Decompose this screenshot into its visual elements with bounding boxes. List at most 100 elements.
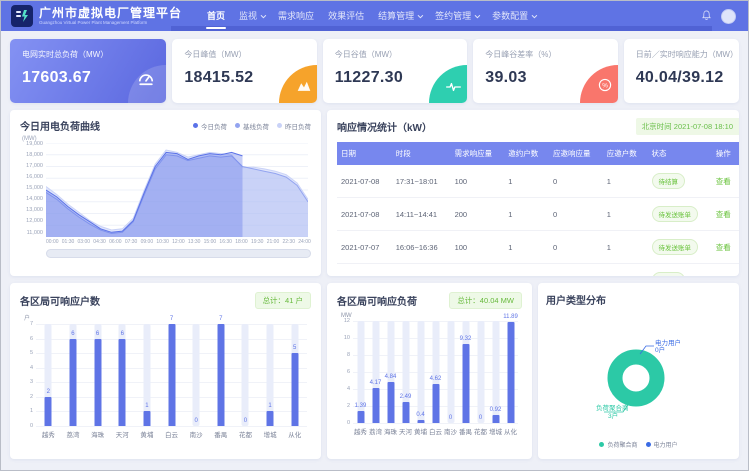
bar-column: 4.17	[368, 321, 383, 423]
bar-column: 7	[208, 324, 233, 426]
category-label: 荔湾	[61, 429, 86, 439]
legend-dot	[599, 442, 604, 447]
x-tick-label: 21:00	[267, 239, 280, 245]
legend-item[interactable]: 基线负荷	[235, 121, 269, 131]
bar-column: 1	[135, 324, 160, 426]
nav-item-1[interactable]: 监视	[232, 0, 271, 32]
kpi-label: 日前／实时响应能力（MW）	[636, 49, 727, 60]
y-tick-label: 14,000	[20, 197, 43, 203]
view-link[interactable]: 查看	[716, 243, 731, 252]
category-label: 黄埔	[135, 429, 160, 439]
app-title: 广州市虚拟电厂管理平台	[39, 7, 182, 19]
bar-plot: 7654321026661707015	[36, 324, 307, 426]
cell-period: 15:29~15:59	[392, 264, 451, 277]
callout-top-value: 0户	[655, 345, 665, 354]
chevron-down-icon	[261, 13, 267, 19]
bar-plot: 1210864201.394.174.842.490.44.6209.3200.…	[353, 321, 518, 423]
datazoom-slider[interactable]	[46, 249, 311, 258]
table-header-cell: 状态	[648, 142, 712, 165]
nav-item-5[interactable]: 签约管理	[428, 0, 485, 32]
y-tick-label: 4	[338, 386, 350, 392]
bar	[432, 384, 439, 423]
chart-title: 今日用电负荷曲线	[20, 118, 100, 133]
legend-item[interactable]: 昨日负荷	[277, 121, 311, 131]
legend-item[interactable]: 负荷聚合商	[599, 440, 637, 449]
legend-label: 负荷聚合商	[607, 440, 637, 449]
legend-item[interactable]: 今日负荷	[193, 121, 227, 131]
bar	[267, 411, 274, 426]
bar	[387, 382, 394, 423]
nav-item-3[interactable]: 效果评估	[321, 0, 371, 32]
x-tick-label: 24:00	[298, 239, 311, 245]
nav-item-6[interactable]: 参数配置	[485, 0, 542, 32]
bell-icon[interactable]	[702, 7, 711, 25]
category-label: 海珠	[383, 426, 398, 436]
view-link[interactable]: 查看	[716, 276, 731, 277]
x-tick-label: 10:30	[156, 239, 169, 245]
cell-action: 查看	[712, 264, 739, 277]
category-label: 海珠	[85, 429, 110, 439]
kpi-card-0: 电网实时总负荷（MW）17603.67	[10, 39, 166, 103]
bar	[168, 324, 175, 426]
nav-item-0[interactable]: 首页	[200, 0, 232, 32]
table-header-cell: 时段	[392, 142, 451, 165]
bar-value-label: 1	[145, 403, 148, 409]
bar	[217, 324, 224, 426]
bar	[143, 411, 150, 426]
cell-invited: 1	[504, 231, 549, 264]
x-tick-label: 12:00	[172, 239, 185, 245]
cell-invited: 1	[504, 264, 549, 277]
category-label: 南沙	[184, 429, 209, 439]
legend-dot	[193, 123, 198, 128]
status-badge: 待结算	[652, 173, 686, 189]
category-label: 荔湾	[368, 426, 383, 436]
bar-track	[477, 321, 484, 423]
x-tick-label: 01:30	[62, 239, 75, 245]
kpi-label: 今日峰值（MW）	[184, 49, 304, 60]
view-link[interactable]: 查看	[716, 177, 731, 186]
y-tick-label: 0	[21, 423, 33, 429]
bar	[507, 322, 514, 423]
bar-column: 0	[233, 324, 258, 426]
cell-period: 16:06~16:36	[392, 231, 451, 264]
district-load-card: 各区局可响应负荷总计：40.04 MWMW1210864201.394.174.…	[327, 283, 532, 459]
y-tick-label: 5	[21, 350, 33, 356]
x-tick-label: 06:00	[109, 239, 122, 245]
x-tick-label: 15:00	[204, 239, 217, 245]
table-row: 2021-07-0814:11~14:41200101待发送账单查看	[337, 198, 739, 231]
y-tick-label: 12,000	[20, 219, 43, 225]
kpi-card-3: 今日峰谷差率（%）39.03%	[473, 39, 617, 103]
kpi-label: 今日峰谷差率（%）	[485, 49, 605, 60]
y-tick-label: 2	[21, 394, 33, 400]
bar	[119, 339, 126, 426]
legend-item[interactable]: 电力用户	[646, 440, 678, 449]
bar-column: 4.84	[383, 321, 398, 423]
x-tick-label: 03:00	[78, 239, 91, 245]
cell-response: 0	[549, 198, 603, 231]
bar-value-label: 4.62	[430, 376, 442, 382]
category-label: 白云	[428, 426, 443, 436]
legend-dot	[277, 123, 282, 128]
kpi-card-2: 今日谷值（MW）11227.30	[323, 39, 467, 103]
nav-item-4[interactable]: 结算管理	[371, 0, 428, 32]
view-link[interactable]: 查看	[716, 210, 731, 219]
cell-invited: 1	[504, 165, 549, 198]
bar-column: 6	[61, 324, 86, 426]
y-tick-label: 0	[338, 420, 350, 426]
nav-item-2[interactable]: 需求响应	[271, 0, 321, 32]
user-type-donut: 电力用户 0户 负荷聚合商 3户	[588, 318, 690, 430]
table-header-cell: 邀约户数	[504, 142, 549, 165]
status-badge: 待发送账单	[652, 206, 699, 222]
table-header-cell: 日期	[337, 142, 392, 165]
cell-demand: 100	[451, 165, 505, 198]
load-curve-plot	[46, 143, 308, 237]
avatar[interactable]	[721, 9, 736, 24]
bar	[45, 397, 52, 426]
cell-demand: 200	[451, 264, 505, 277]
bar-column: 0	[443, 321, 458, 423]
cell-resp_users: 1	[603, 165, 648, 198]
app: 广州市虚拟电厂管理平台 Guangzhou Virtual Power Plan…	[0, 0, 749, 471]
category-label: 花都	[233, 429, 258, 439]
bar	[69, 339, 76, 426]
bar-value-label: 6	[71, 331, 74, 337]
